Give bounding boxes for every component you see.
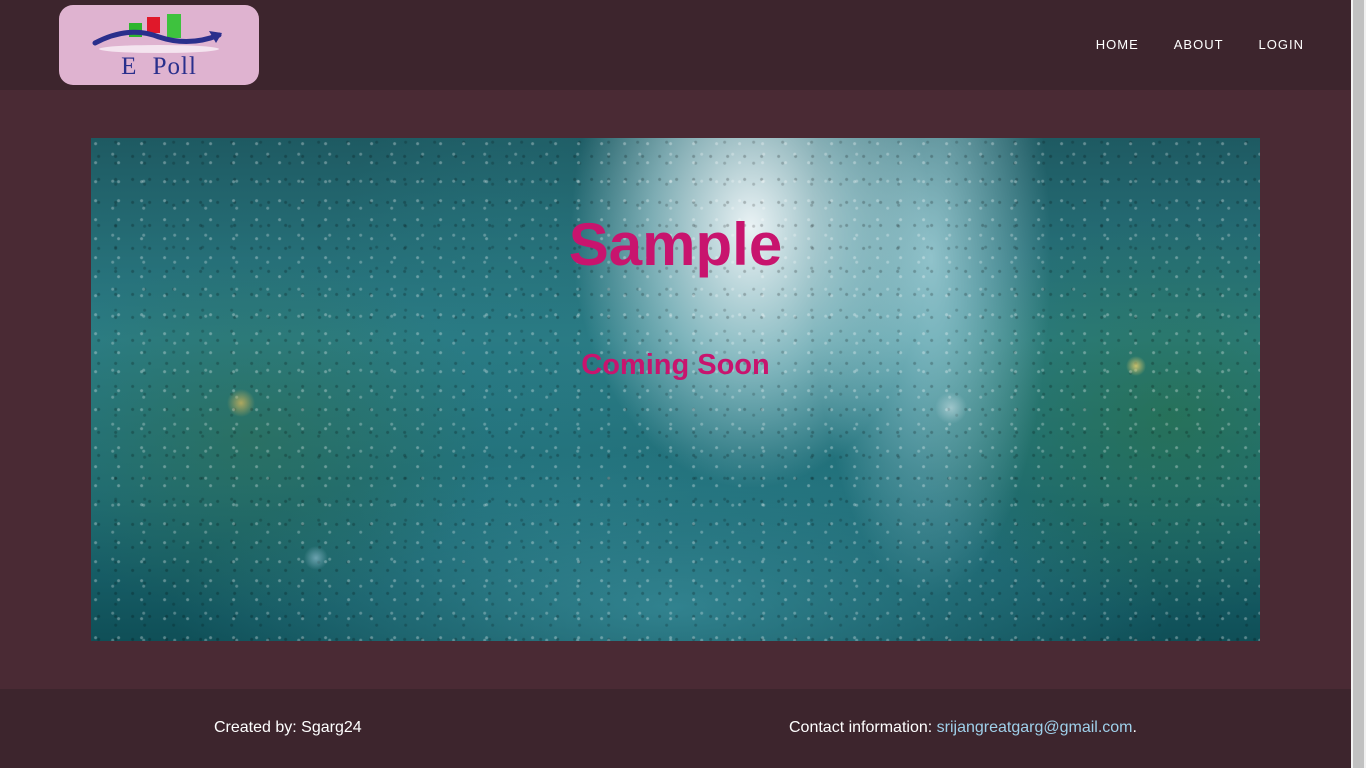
footer-contact: Contact information: srijangreatgarg@gma… bbox=[789, 719, 1137, 737]
footer-email-link[interactable]: srijangreatgarg@gmail.com bbox=[937, 719, 1133, 736]
navbar: E Poll HOME ABOUT LOGIN bbox=[0, 0, 1351, 90]
footer-contact-suffix: . bbox=[1132, 719, 1137, 736]
nav-login-link[interactable]: LOGIN bbox=[1259, 37, 1304, 52]
hero-title: Sample bbox=[568, 211, 783, 278]
logo[interactable]: E Poll bbox=[59, 5, 259, 85]
footer: Created by: Sgarg24 Contact information:… bbox=[0, 689, 1351, 768]
hero-subtitle: Coming Soon bbox=[581, 349, 770, 381]
vertical-scrollbar[interactable] bbox=[1351, 0, 1366, 768]
footer-created-by: Created by: Sgarg24 bbox=[214, 719, 362, 736]
logo-text: E Poll bbox=[121, 53, 197, 80]
hero-banner: Sample Coming Soon bbox=[91, 138, 1260, 641]
footer-contact-label: Contact information: bbox=[789, 719, 937, 736]
nav-home-link[interactable]: HOME bbox=[1096, 37, 1139, 52]
scrollbar-thumb[interactable] bbox=[1353, 0, 1364, 768]
nav-about-link[interactable]: ABOUT bbox=[1174, 37, 1224, 52]
page: E Poll HOME ABOUT LOGIN Sample Coming So… bbox=[0, 0, 1366, 768]
main-nav: HOME ABOUT LOGIN bbox=[1061, 37, 1304, 52]
